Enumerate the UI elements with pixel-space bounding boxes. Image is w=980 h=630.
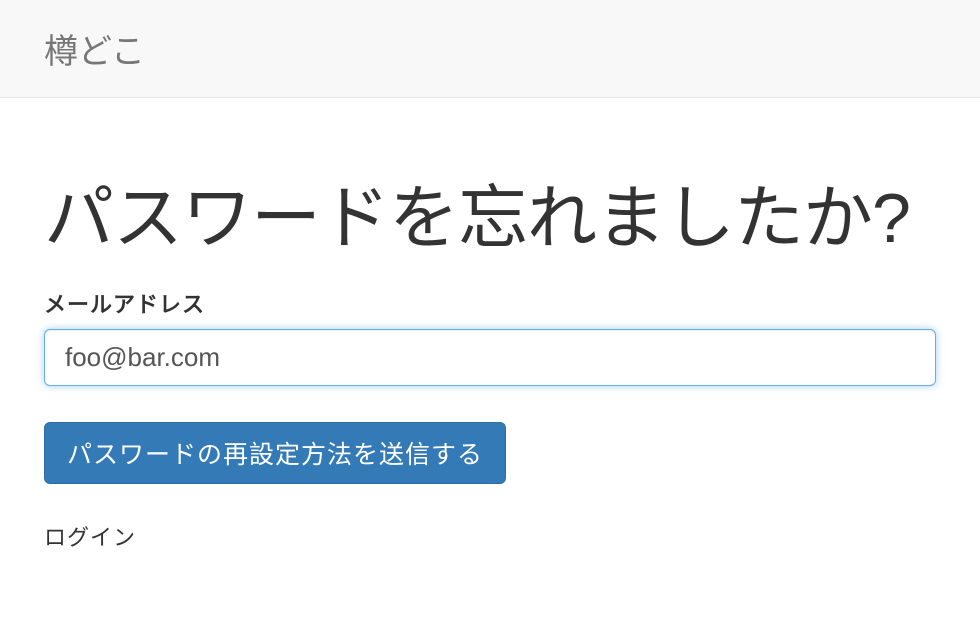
login-link[interactable]: ログイン [44, 520, 136, 552]
main-container: パスワードを忘れましたか? メールアドレス パスワードの再設定方法を送信する ロ… [0, 98, 980, 592]
email-label: メールアドレス [44, 287, 936, 319]
page-title: パスワードを忘れましたか? [44, 162, 936, 263]
navbar: 樽どこ [0, 0, 980, 98]
email-field[interactable] [44, 329, 936, 386]
submit-button[interactable]: パスワードの再設定方法を送信する [44, 422, 506, 484]
navbar-brand[interactable]: 樽どこ [44, 33, 145, 71]
